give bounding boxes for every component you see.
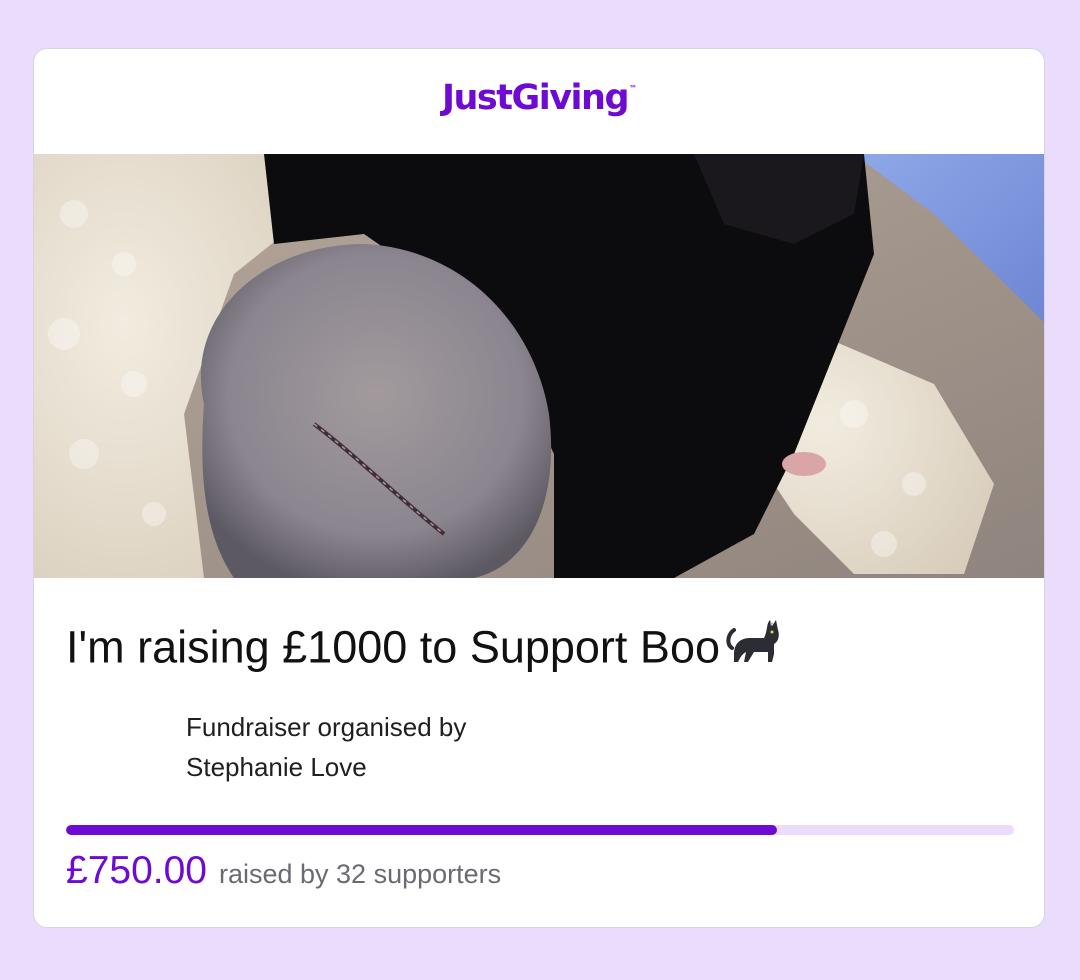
- black-cat-icon: [726, 616, 782, 677]
- hero-image: [34, 154, 1044, 578]
- progress-fill: [66, 825, 777, 835]
- progress-bar: [66, 825, 1014, 835]
- organiser-name: Stephanie Love: [186, 752, 367, 782]
- title-text: I'm raising £1000 to Support Boo: [66, 621, 720, 673]
- cat-photo-icon: [34, 154, 1044, 578]
- page-title: I'm raising £1000 to Support Boo: [66, 620, 782, 681]
- logo-trademark: ™: [629, 83, 637, 93]
- fundraiser-card[interactable]: JustGiving™ I'm raising £1000 to Support…: [33, 48, 1045, 928]
- organiser-label: Fundraiser organised by: [186, 712, 467, 742]
- supporters-count: raised by 32 supporters: [218, 859, 502, 889]
- fundraising-stats: £750.00 raised by 32 supporters: [66, 849, 501, 893]
- justgiving-logo: JustGiving™: [441, 77, 637, 118]
- organiser-info: Fundraiser organised by Stephanie Love: [186, 707, 466, 787]
- logo-text: JustGiving: [441, 77, 630, 118]
- card-header: JustGiving™: [34, 49, 1044, 154]
- amount-raised: £750.00: [66, 849, 207, 892]
